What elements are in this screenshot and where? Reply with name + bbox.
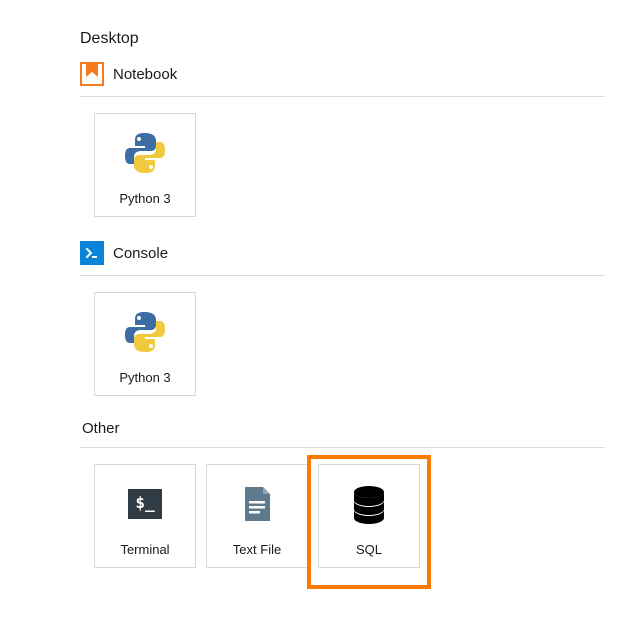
card-label: Text File xyxy=(233,542,281,557)
card-sql[interactable]: SQL xyxy=(318,464,420,568)
section-notebook: Notebook Python 3 xyxy=(80,62,605,217)
console-icon xyxy=(80,241,104,265)
panel-title: Desktop xyxy=(80,30,605,48)
notebook-icon xyxy=(80,62,104,86)
sql-highlight: SQL xyxy=(307,455,431,589)
card-label: Python 3 xyxy=(119,370,170,385)
card-label: Python 3 xyxy=(119,191,170,206)
card-python3-notebook[interactable]: Python 3 xyxy=(94,113,196,217)
section-console: Console Python 3 xyxy=(80,241,605,396)
python-icon xyxy=(95,293,195,370)
section-header-other: Other xyxy=(80,420,605,448)
notebook-cards: Python 3 xyxy=(94,113,605,217)
terminal-icon: $_ xyxy=(95,465,195,542)
svg-text:$_: $_ xyxy=(135,493,155,512)
database-icon xyxy=(319,465,419,542)
section-title: Console xyxy=(113,245,168,262)
other-cards: $_ Terminal Text File xyxy=(94,464,605,568)
card-label: SQL xyxy=(356,542,382,557)
section-other: Other $_ Terminal xyxy=(80,420,605,568)
card-label: Terminal xyxy=(120,542,169,557)
launcher-panel: Desktop Notebook xyxy=(80,30,605,568)
section-title: Notebook xyxy=(113,66,177,83)
console-cards: Python 3 xyxy=(94,292,605,396)
python-icon xyxy=(95,114,195,191)
card-textfile[interactable]: Text File xyxy=(206,464,308,568)
card-terminal[interactable]: $_ Terminal xyxy=(94,464,196,568)
section-header-notebook: Notebook xyxy=(80,62,605,97)
textfile-icon xyxy=(207,465,307,542)
card-python3-console[interactable]: Python 3 xyxy=(94,292,196,396)
section-title: Other xyxy=(82,420,120,437)
section-header-console: Console xyxy=(80,241,605,276)
